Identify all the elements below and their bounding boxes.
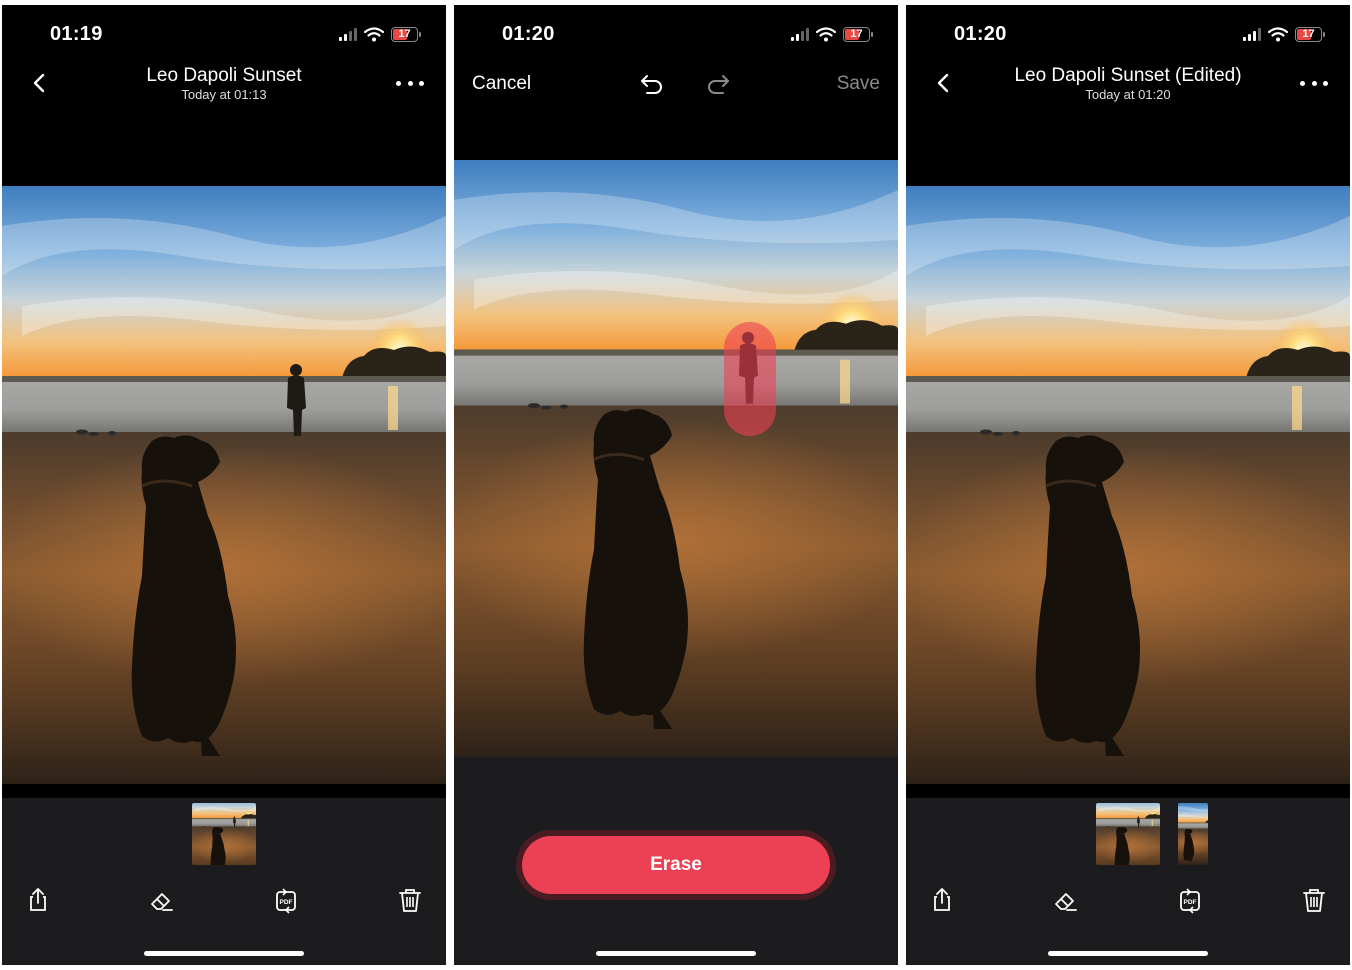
status-icons: 17 <box>791 23 873 45</box>
editable-photo-canvas[interactable] <box>454 160 898 757</box>
eraser-icon[interactable] <box>148 886 176 914</box>
cellular-signal-icon <box>1243 27 1261 41</box>
save-button[interactable]: Save <box>837 73 880 95</box>
thumbnail-original[interactable] <box>192 803 256 865</box>
photo-view[interactable] <box>2 186 446 784</box>
share-icon[interactable] <box>24 886 52 914</box>
status-time: 01:20 <box>954 23 1007 45</box>
convert-pdf-icon[interactable]: PDF <box>1176 886 1204 914</box>
status-bar: 01:20 17 <box>454 5 898 63</box>
photo-image-edited <box>906 186 1350 784</box>
battery-level: 17 <box>850 27 863 40</box>
battery-icon: 17 <box>843 26 873 42</box>
photo-date: Today at 01:20 <box>1085 87 1171 102</box>
thumbnail-edited[interactable] <box>1178 803 1208 865</box>
wifi-icon <box>364 26 384 41</box>
status-time: 01:20 <box>502 23 555 45</box>
home-indicator <box>144 951 304 956</box>
undo-icon[interactable] <box>638 71 666 99</box>
cellular-signal-icon <box>791 27 809 41</box>
title-block: Leo Dapoli Sunset Today at 01:13 <box>62 65 386 103</box>
erase-button[interactable]: Erase <box>522 836 830 894</box>
status-bar: 01:19 17 <box>2 5 446 63</box>
status-time: 01:19 <box>50 23 103 45</box>
battery-icon: 17 <box>391 26 421 42</box>
trash-icon[interactable] <box>1300 886 1328 914</box>
title-block: Leo Dapoli Sunset (Edited) Today at 01:2… <box>966 65 1290 103</box>
eraser-icon[interactable] <box>1052 886 1080 914</box>
battery-level: 17 <box>1302 27 1315 40</box>
screen-original: 01:19 17 Leo Dapoli Sunset Today at 01:1… <box>2 5 446 965</box>
cancel-button[interactable]: Cancel <box>472 73 531 95</box>
bottom-bar: PDF <box>906 798 1350 965</box>
editor-bottom-bar: Erase <box>454 757 898 965</box>
more-options-button[interactable] <box>396 73 424 93</box>
cellular-signal-icon <box>339 27 357 41</box>
status-icons: 17 <box>339 23 421 45</box>
convert-pdf-icon[interactable]: PDF <box>272 886 300 914</box>
svg-text:PDF: PDF <box>1184 899 1197 906</box>
back-chevron-icon[interactable] <box>28 71 52 95</box>
battery-level: 17 <box>398 27 411 40</box>
photo-title: Leo Dapoli Sunset (Edited) <box>1014 65 1242 86</box>
bottom-bar: PDF <box>2 798 446 965</box>
thumbnail-original[interactable] <box>1096 803 1160 865</box>
home-indicator <box>1048 951 1208 956</box>
photo-image <box>2 186 446 784</box>
share-icon[interactable] <box>928 886 956 914</box>
nav-bar: Leo Dapoli Sunset (Edited) Today at 01:2… <box>906 63 1350 111</box>
wifi-icon <box>1268 26 1288 41</box>
redo-icon[interactable] <box>704 71 732 99</box>
wifi-icon <box>816 26 836 41</box>
svg-text:PDF: PDF <box>280 899 293 906</box>
status-icons: 17 <box>1243 23 1325 45</box>
screen-edited: 01:20 17 Leo Dapoli Sunset (Edited) Toda… <box>906 5 1350 965</box>
photo-image <box>454 160 898 757</box>
more-options-button[interactable] <box>1300 73 1328 93</box>
erase-brush-mask[interactable] <box>724 322 776 436</box>
photo-title: Leo Dapoli Sunset <box>146 65 302 86</box>
home-indicator <box>596 951 756 956</box>
back-chevron-icon[interactable] <box>932 71 956 95</box>
status-bar: 01:20 17 <box>906 5 1350 63</box>
trash-icon[interactable] <box>396 886 424 914</box>
nav-bar: Leo Dapoli Sunset Today at 01:13 <box>2 63 446 111</box>
screen-eraser-editor: 01:20 17 Cancel Save Erase <box>454 5 898 965</box>
photo-date: Today at 01:13 <box>181 87 267 102</box>
battery-icon: 17 <box>1295 26 1325 42</box>
editor-nav-bar: Cancel Save <box>454 63 898 111</box>
photo-view[interactable] <box>906 186 1350 784</box>
